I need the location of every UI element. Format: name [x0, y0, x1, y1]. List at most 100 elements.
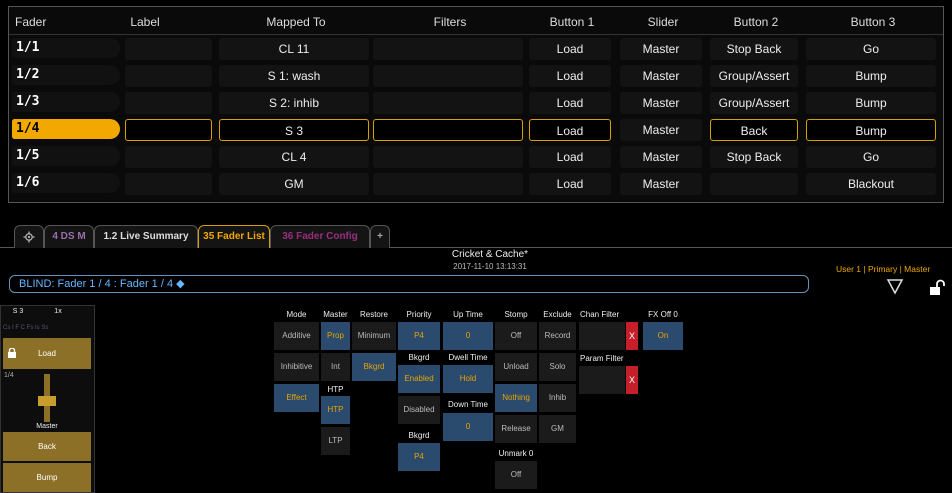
priority-value[interactable]: P4: [398, 322, 440, 350]
cell-button3[interactable]: Bump: [806, 119, 936, 141]
tab-fader-list[interactable]: 35 Fader List: [198, 225, 270, 248]
bkgrd-disabled[interactable]: Disabled: [398, 396, 440, 424]
tab-settings[interactable]: [14, 225, 44, 248]
cell-filters[interactable]: [373, 119, 523, 141]
cell-label[interactable]: [125, 119, 212, 141]
cell-button1[interactable]: Load: [529, 65, 611, 87]
table-row[interactable]: 1/1 CL 11 Load Master Stop Back Go: [9, 36, 943, 62]
cell-label[interactable]: [125, 146, 212, 168]
gear-icon: [23, 231, 35, 243]
cell-button1[interactable]: Load: [529, 119, 611, 141]
cell-slider[interactable]: Master: [620, 146, 702, 168]
back-button[interactable]: Back: [3, 432, 91, 461]
unlock-icon[interactable]: [928, 279, 946, 297]
tab-fader-config[interactable]: 36 Fader Config: [270, 225, 370, 248]
cell-mapped[interactable]: S 1: wash: [219, 65, 369, 87]
bump-button[interactable]: Bump: [3, 463, 91, 492]
cell-mapped[interactable]: CL 11: [219, 38, 369, 60]
cell-slider[interactable]: Master: [620, 38, 702, 60]
fader-id-cell[interactable]: 1/5: [12, 146, 120, 166]
cell-button3[interactable]: Bump: [806, 65, 936, 87]
cell-filters[interactable]: [373, 65, 523, 87]
mode-additive[interactable]: Additive: [274, 322, 319, 350]
cell-label[interactable]: [125, 92, 212, 114]
load-button[interactable]: Load: [3, 338, 91, 369]
cell-button1[interactable]: Load: [529, 146, 611, 168]
master-prop[interactable]: Prop: [321, 322, 350, 350]
table-row[interactable]: 1/3 S 2: inhib Load Master Group/Assert Bump: [9, 90, 943, 116]
cell-filters[interactable]: [373, 38, 523, 60]
stomp-unload[interactable]: Unload: [495, 353, 537, 381]
restore-minimum[interactable]: Minimum: [352, 322, 396, 350]
stomp-nothing[interactable]: Nothing: [495, 384, 537, 412]
cell-slider[interactable]: Master: [620, 119, 702, 141]
cell-label[interactable]: [125, 65, 212, 87]
stomp-off[interactable]: Off: [495, 322, 537, 350]
cell-slider[interactable]: Master: [620, 173, 702, 195]
cell-button1[interactable]: Load: [529, 173, 611, 195]
chan-filter-field[interactable]: [579, 322, 625, 350]
master-int[interactable]: Int: [321, 353, 350, 381]
fader-handle[interactable]: [38, 396, 56, 406]
table-row[interactable]: 1/2 S 1: wash Load Master Group/Assert Bump: [9, 63, 943, 89]
tab-4-ds[interactable]: 4 DS M: [44, 225, 94, 248]
fader-id-cell[interactable]: 1/3: [12, 92, 120, 112]
stomp-release[interactable]: Release: [495, 415, 537, 443]
cell-button3[interactable]: Blackout: [806, 173, 936, 195]
cell-mapped[interactable]: S 2: inhib: [219, 92, 369, 114]
cell-button3[interactable]: Go: [806, 38, 936, 60]
cell-button2[interactable]: [710, 173, 798, 195]
bkgrd2-value[interactable]: P4: [398, 443, 440, 471]
param-filter-clear-button[interactable]: X: [626, 366, 638, 394]
fader-id-cell[interactable]: 1/1: [12, 38, 120, 58]
cell-filters[interactable]: [373, 92, 523, 114]
restore-bkgrd[interactable]: Bkgrd: [352, 353, 396, 381]
bkgrd-enabled[interactable]: Enabled: [398, 365, 440, 393]
cell-slider[interactable]: Master: [620, 65, 702, 87]
fader-id-cell[interactable]: 1/4: [12, 119, 120, 139]
cell-mapped[interactable]: GM: [219, 173, 369, 195]
fader-id-cell[interactable]: 1/2: [12, 65, 120, 85]
cell-button3[interactable]: Go: [806, 146, 936, 168]
down-time-value[interactable]: 0: [443, 413, 493, 441]
cell-button2[interactable]: Group/Assert: [710, 92, 798, 114]
cell-button1[interactable]: Load: [529, 38, 611, 60]
fx-off-value[interactable]: On: [643, 322, 683, 350]
unmark-value[interactable]: Off: [495, 461, 537, 489]
cell-label[interactable]: [125, 38, 212, 60]
htp-option[interactable]: HTP: [321, 396, 350, 424]
filter-icon[interactable]: [886, 277, 904, 295]
table-row[interactable]: 1/4 S 3 Load Master Back Bump: [9, 117, 943, 143]
cell-button2[interactable]: Group/Assert: [710, 65, 798, 87]
chan-filter-clear-button[interactable]: X: [626, 322, 638, 350]
exclude-solo[interactable]: Solo: [539, 353, 576, 381]
table-row[interactable]: 1/5 CL 4 Load Master Stop Back Go: [9, 144, 943, 170]
param-filter-field[interactable]: [579, 366, 625, 394]
dwell-time-value[interactable]: Hold: [443, 365, 493, 393]
command-line[interactable]: BLIND: Fader 1 / 4 : Fader 1 / 4 ◆: [9, 275, 809, 293]
cell-slider[interactable]: Master: [620, 92, 702, 114]
uptime-value[interactable]: 0: [443, 322, 493, 350]
exclude-gm[interactable]: GM: [539, 415, 576, 443]
table-row[interactable]: 1/6 GM Load Master Blackout: [9, 171, 943, 197]
cell-button2[interactable]: Back: [710, 119, 798, 141]
cell-mapped[interactable]: CL 4: [219, 146, 369, 168]
tab-add[interactable]: +: [370, 225, 390, 248]
cell-button2[interactable]: Stop Back: [710, 146, 798, 168]
cell-button1[interactable]: Load: [529, 92, 611, 114]
tab-live-summary[interactable]: 1.2 Live Summary: [94, 225, 198, 248]
ltp-option[interactable]: LTP: [321, 427, 350, 455]
cell-button3[interactable]: Bump: [806, 92, 936, 114]
exclude-inhib[interactable]: Inhib: [539, 384, 576, 412]
cell-button2[interactable]: Stop Back: [710, 38, 798, 60]
fader-id-cell[interactable]: 1/6: [12, 173, 120, 193]
cell-label[interactable]: [125, 173, 212, 195]
exclude-record[interactable]: Record: [539, 322, 576, 350]
user-info: User 1 | Primary | Master: [836, 264, 931, 274]
cell-filters[interactable]: [373, 146, 523, 168]
fader-panel-header: S 3 1x: [3, 308, 91, 318]
cell-filters[interactable]: [373, 173, 523, 195]
mode-inhibitive[interactable]: Inhibitive: [274, 353, 319, 381]
mode-effect[interactable]: Effect: [274, 384, 319, 412]
cell-mapped[interactable]: S 3: [219, 119, 369, 141]
